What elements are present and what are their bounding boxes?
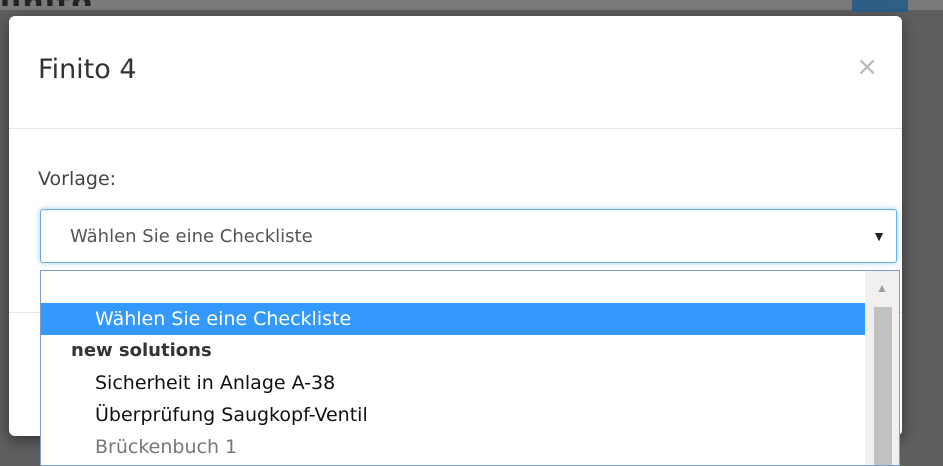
dropdown-option-brueckenbuch[interactable]: Brückenbuch 1	[41, 431, 865, 463]
modal-title: Finito 4	[38, 54, 137, 85]
modal-header: Finito 4 ×	[9, 16, 902, 129]
backdrop-page-title: unito	[0, 0, 160, 6]
dropdown-option-placeholder[interactable]: Wählen Sie eine Checkliste	[41, 303, 865, 335]
template-dropdown-list[interactable]: Wählen Sie eine Checkliste new solutions…	[40, 270, 900, 466]
chevron-down-icon: ▼	[872, 228, 886, 244]
dropdown-blank-row	[41, 271, 899, 303]
select-value: Wählen Sie eine Checkliste	[70, 226, 313, 247]
dropdown-group-new-solutions: new solutions	[71, 340, 212, 361]
scrollbar-thumb[interactable]	[874, 307, 892, 465]
template-select[interactable]: Wählen Sie eine Checkliste ▼	[40, 209, 897, 263]
dropdown-scrollbar[interactable]: ▲	[865, 271, 899, 465]
close-icon[interactable]: ×	[856, 54, 878, 80]
dropdown-option-ueberpruefung[interactable]: Überprüfung Saugkopf-Ventil	[41, 399, 865, 431]
dropdown-option-sicherheit[interactable]: Sicherheit in Anlage A-38	[41, 367, 865, 399]
scroll-up-arrow-icon[interactable]: ▲	[865, 271, 899, 305]
template-label: Vorlage:	[38, 168, 117, 190]
backdrop-button	[852, 0, 908, 12]
